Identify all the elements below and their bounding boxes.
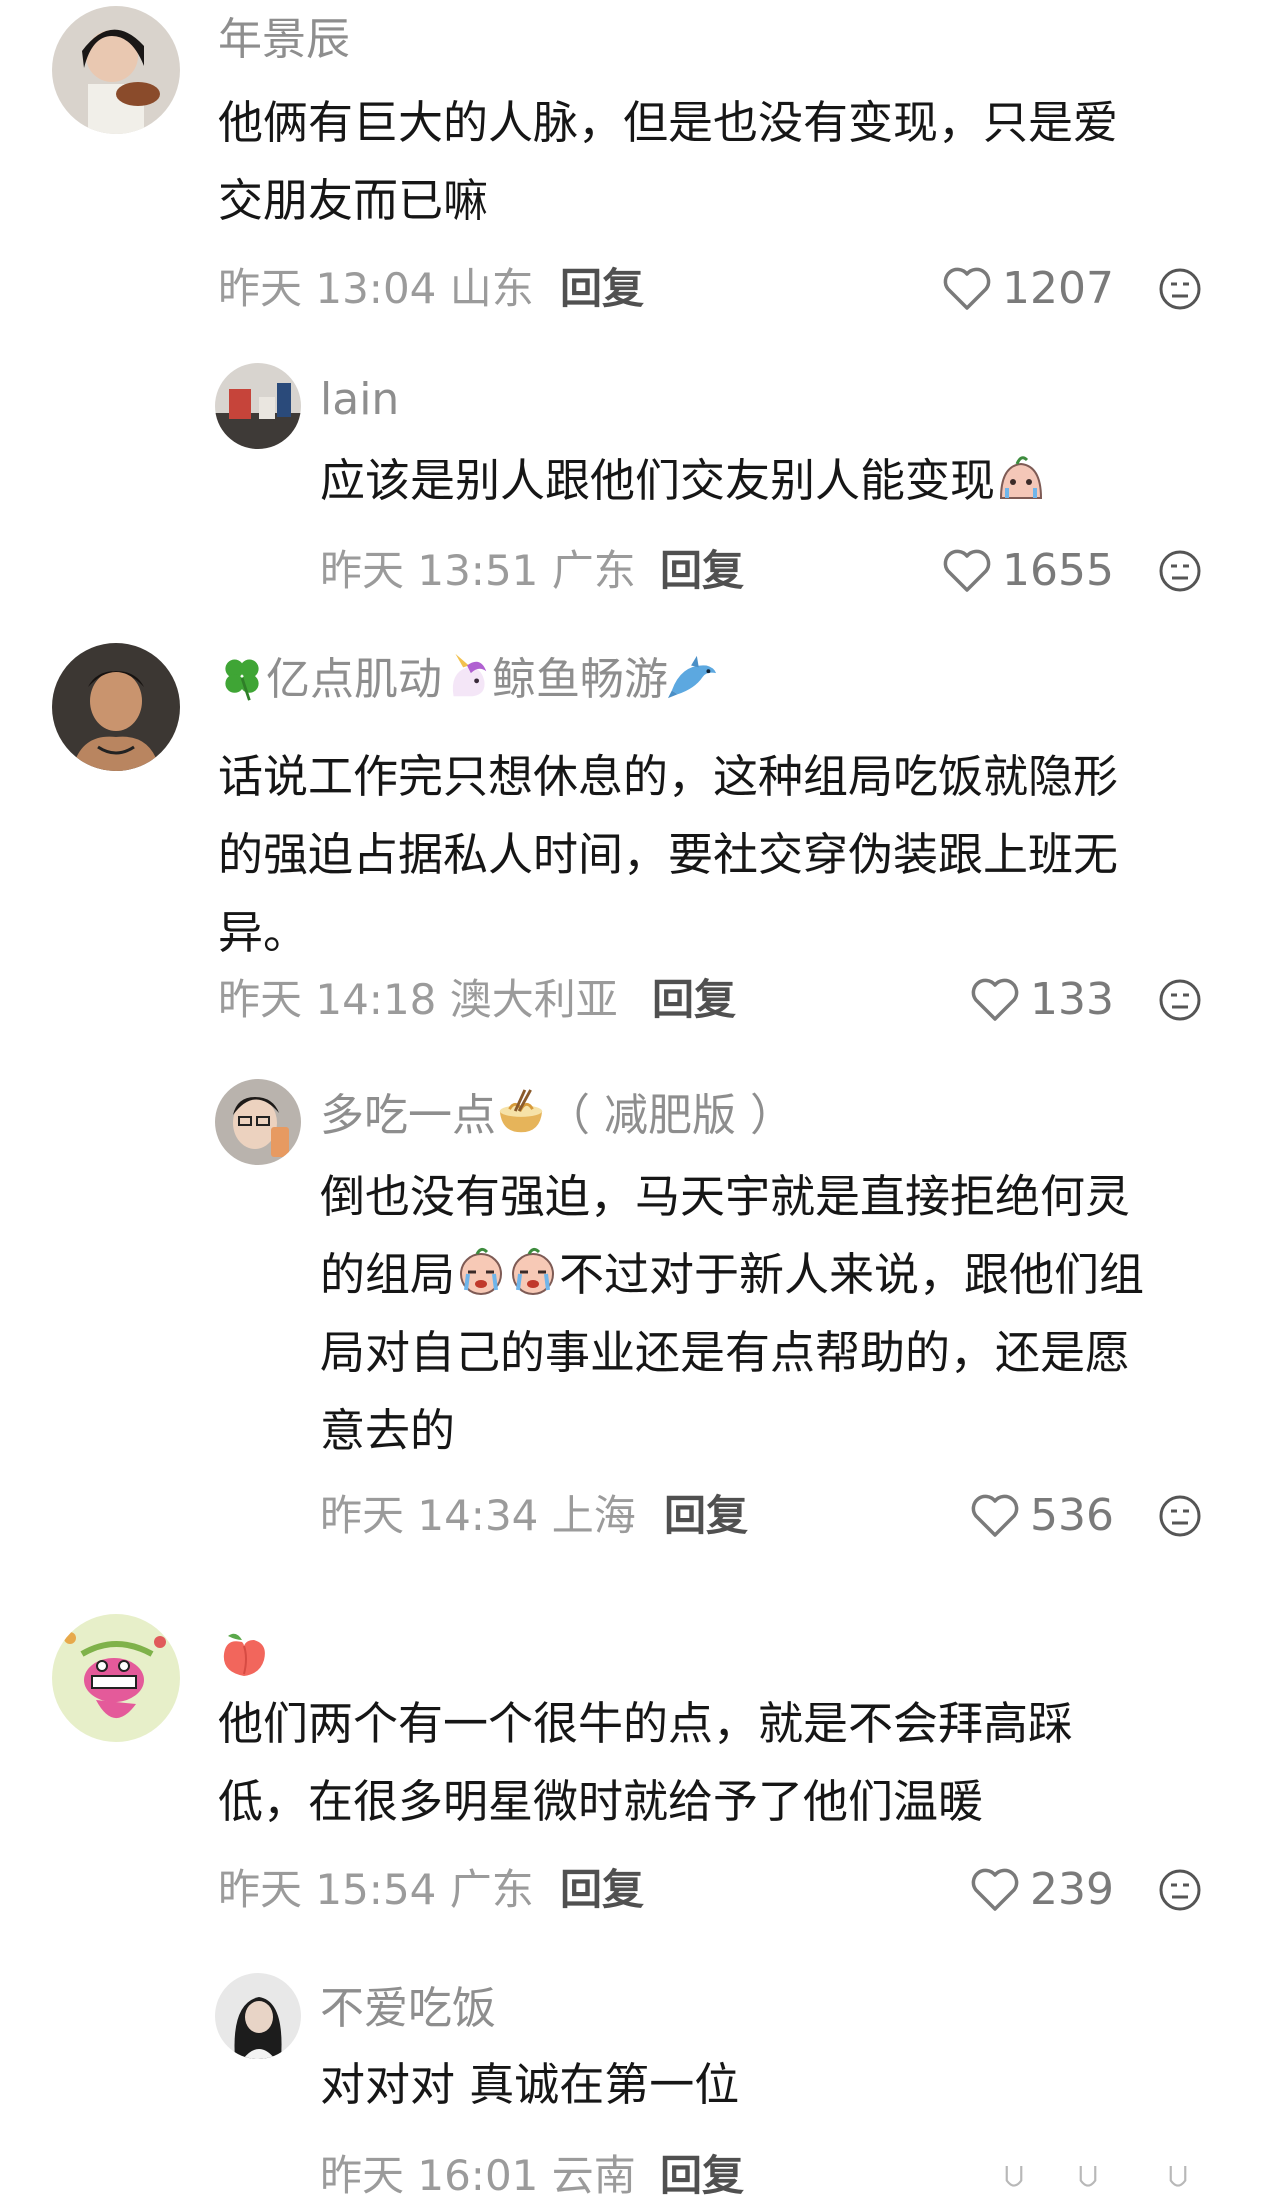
- comment-location: 广东: [551, 546, 636, 595]
- avatar[interactable]: [215, 363, 301, 449]
- comment-username[interactable]: 亿点肌动 鲸鱼畅游: [218, 652, 718, 706]
- like-count: 536: [1030, 1490, 1114, 1541]
- crying-face-icon: [460, 1247, 503, 1295]
- comment-location: 山东: [449, 264, 534, 313]
- comment-text-line: 倒也没有强迫，马天宇就是直接拒绝何灵: [320, 1170, 1131, 1223]
- comment-text-line: 低，在很多明星微时就给予了他们温暖: [218, 1775, 984, 1828]
- comment-text-segment: 的组局: [320, 1248, 456, 1301]
- dislike-icon[interactable]: [1158, 978, 1202, 1022]
- comment-meta: 昨天 13:04 山东: [218, 263, 534, 315]
- comment-username[interactable]: [218, 1628, 270, 1684]
- comment-location: 广东: [449, 1865, 534, 1914]
- comment-text-segment: 不过对于新人来说，跟他们组: [559, 1248, 1145, 1301]
- comment-meta: 昨天 14:18 澳大利亚: [218, 974, 618, 1026]
- comment-text-line: 意去的: [320, 1404, 456, 1457]
- comment-time: 昨天 14:34: [320, 1491, 539, 1540]
- scroll-marker-icon: [1005, 2166, 1023, 2187]
- comment-meta: 昨天 15:54 广东: [218, 1864, 534, 1916]
- reply-button[interactable]: 回复: [560, 1864, 644, 1916]
- clover-icon: [225, 659, 259, 701]
- person-eating-avatar-icon: [52, 6, 180, 134]
- comment-time: 昨天 13:51: [320, 546, 539, 595]
- comment-text-line: 对对对 真诚在第一位: [320, 2058, 740, 2111]
- selfie-avatar-icon: [215, 1079, 301, 1165]
- man-portrait-avatar-icon: [52, 643, 180, 771]
- scroll-marker-icon: [1169, 2166, 1187, 2187]
- like-count: 1655: [1002, 545, 1114, 596]
- comment-text: 话说工作完只想休息的，这种组局吃饭就隐形 的强迫占据私人时间，要社交穿伪装跟上班…: [218, 738, 1238, 972]
- username-text: （ 减肥版 ）: [546, 1090, 794, 1141]
- comment-text: 倒也没有强迫，马天宇就是直接拒绝何灵 的组局 不过对于新人来说，跟他们组 局对自…: [320, 1158, 1240, 1470]
- heart-icon: [971, 1868, 1019, 1911]
- avatar[interactable]: [215, 1079, 301, 1165]
- noodle-bowl-icon: [499, 1089, 543, 1133]
- peach-icon: [223, 1633, 265, 1676]
- comment-time: 昨天 14:18: [218, 975, 437, 1024]
- comment-text: 对对对 真诚在第一位: [320, 2046, 1220, 2124]
- dislike-icon[interactable]: [1158, 1868, 1202, 1912]
- comment-text: 他们两个有一个很牛的点，就是不会拜高踩 低，在很多明星微时就给予了他们温暖: [218, 1685, 1238, 1841]
- reply-button[interactable]: 回复: [660, 545, 744, 597]
- comment-time: 昨天 16:01: [320, 2151, 539, 2200]
- comment-username[interactable]: lain: [320, 374, 399, 426]
- dislike-icon[interactable]: [1158, 267, 1202, 311]
- comment-text: 他俩有巨大的人脉，但是也没有变现，只是爱 交朋友而已嘛: [218, 84, 1238, 240]
- username-text: 亿点肌动: [266, 654, 442, 705]
- avatar[interactable]: [52, 6, 180, 134]
- comment-username[interactable]: 年景辰: [218, 14, 350, 66]
- comment-location: 上海: [551, 1491, 636, 1540]
- comment-text-line: 交朋友而已嘛: [218, 174, 489, 227]
- comment-text-line: 他俩有巨大的人脉，但是也没有变现，只是爱: [218, 96, 1119, 149]
- crying-face-icon: [512, 1247, 555, 1295]
- cartoon-dino-avatar-icon: [52, 1614, 180, 1742]
- reply-button[interactable]: 回复: [560, 263, 644, 315]
- crying-emoji-icon: [1000, 456, 1043, 499]
- girl-portrait-avatar-icon: [215, 1973, 301, 2059]
- comment-text-line: 的强迫占据私人时间，要社交穿伪装跟上班无: [218, 828, 1119, 881]
- like-button[interactable]: 239: [970, 1864, 1114, 1916]
- comment-text-line: 局对自己的事业还是有点帮助的，还是愿: [320, 1326, 1131, 1379]
- comment-text-line: 的组局 不过对于新人来说，跟他们组: [320, 1236, 1240, 1314]
- comment-text-line: 异。: [218, 906, 309, 959]
- username-text: 鲸鱼畅游: [492, 654, 668, 705]
- comment-text-line: 应该是别人跟他们交友别人能变现: [320, 454, 996, 507]
- desk-photo-avatar-icon: [215, 363, 301, 449]
- comment-location: 云南: [551, 2151, 636, 2200]
- comment-time: 昨天 13:04: [218, 264, 437, 313]
- reply-button[interactable]: 回复: [664, 1490, 748, 1542]
- comment-location: 澳大利亚: [449, 975, 618, 1024]
- like-button[interactable]: 1207: [942, 263, 1114, 315]
- reply-button[interactable]: 回复: [652, 974, 736, 1026]
- dolphin-icon: [668, 655, 717, 699]
- comment-meta: 昨天 13:51 广东: [320, 545, 636, 597]
- comment-text: 应该是别人跟他们交友别人能变现: [320, 442, 1220, 520]
- dislike-icon[interactable]: [1158, 1494, 1202, 1538]
- heart-icon: [943, 267, 991, 310]
- username-text: 多吃一点: [320, 1090, 496, 1141]
- like-count: 239: [1030, 1864, 1114, 1915]
- dislike-icon[interactable]: [1158, 549, 1202, 593]
- like-button[interactable]: 133: [970, 974, 1114, 1026]
- avatar[interactable]: [52, 643, 180, 771]
- comment-meta: 昨天 16:01 云南: [320, 2150, 636, 2202]
- heart-icon: [943, 549, 991, 592]
- comment-username[interactable]: 多吃一点 （ 减肥版 ）: [320, 1088, 794, 1142]
- heart-icon: [971, 1494, 1019, 1537]
- like-count: 1207: [1002, 263, 1114, 314]
- comment-time: 昨天 15:54: [218, 1865, 437, 1914]
- like-button[interactable]: 536: [970, 1490, 1114, 1542]
- comment-meta: 昨天 14:34 上海: [320, 1490, 636, 1542]
- comment-text-line: 他们两个有一个很牛的点，就是不会拜高踩: [218, 1697, 1074, 1750]
- unicorn-icon: [452, 653, 487, 697]
- scroll-marker-icon: [1079, 2166, 1097, 2187]
- like-count: 133: [1030, 974, 1114, 1025]
- heart-icon: [971, 978, 1019, 1021]
- like-button[interactable]: 1655: [942, 545, 1114, 597]
- comment-text-line: 话说工作完只想休息的，这种组局吃饭就隐形: [218, 750, 1119, 803]
- comment-username[interactable]: 不爱吃饭: [320, 1983, 496, 2035]
- avatar[interactable]: [52, 1614, 180, 1742]
- reply-button[interactable]: 回复: [660, 2150, 744, 2202]
- avatar[interactable]: [215, 1973, 301, 2059]
